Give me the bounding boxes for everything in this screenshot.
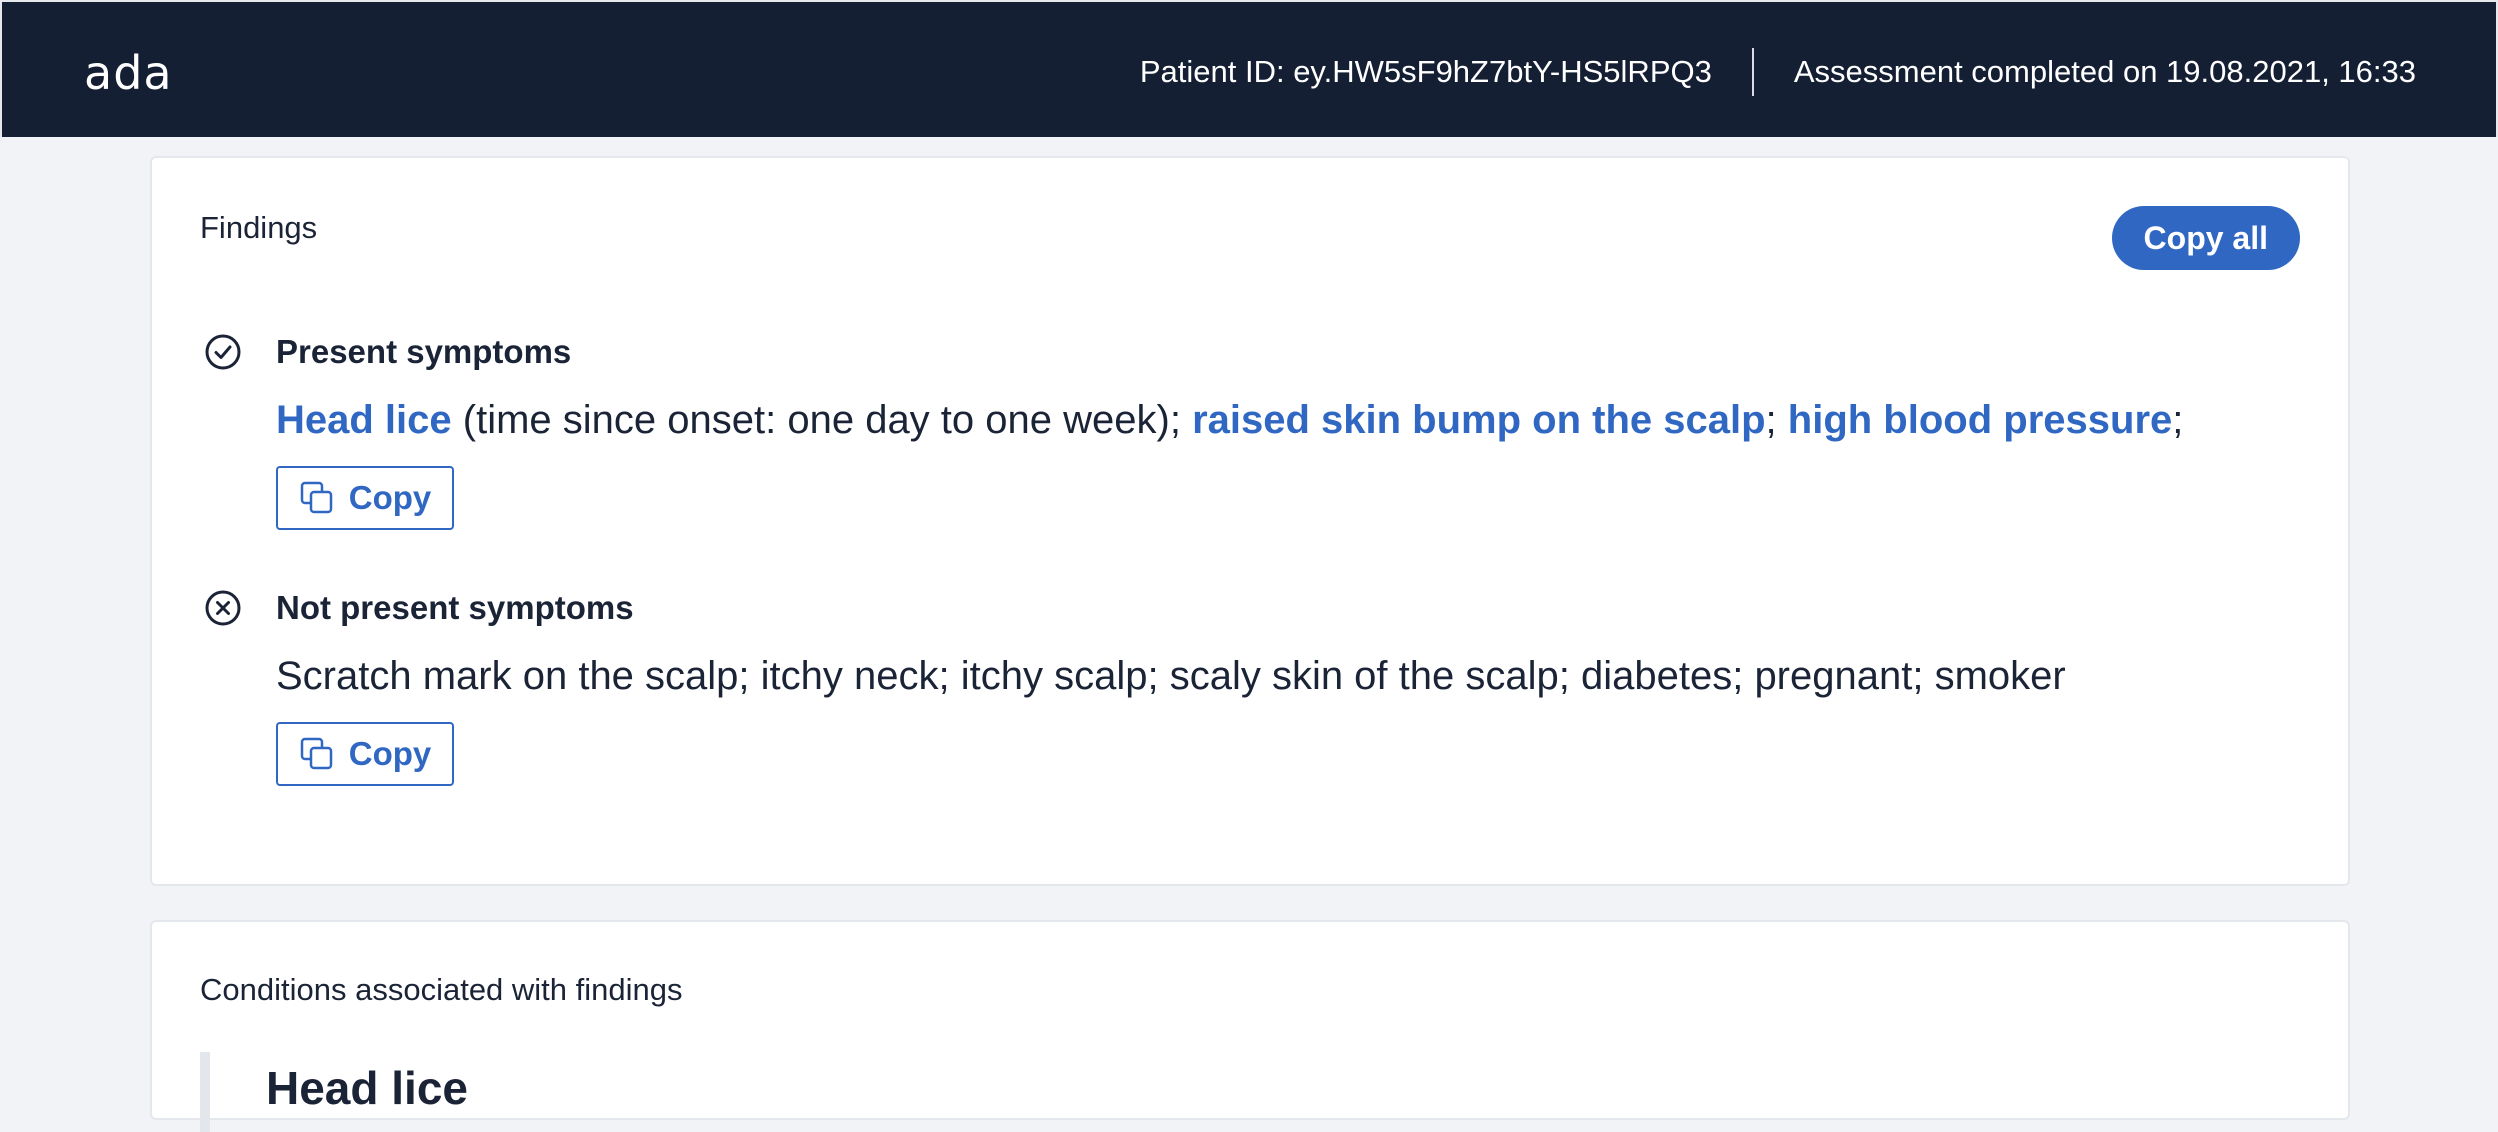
not-present-symptoms-section: Not present symptoms Scratch mark on the… [204,586,2304,786]
conditions-title: Conditions associated with findings [200,972,683,1007]
symptom-link-raised-skin-bump[interactable]: raised skin bump on the scalp [1192,398,1765,442]
condition-item[interactable]: Head lice [200,1052,468,1132]
copy-present-symptoms-button[interactable]: Copy [276,466,454,530]
conditions-card: Conditions associated with findings Head… [150,920,2350,1132]
symptom-detail: (time since onset: one day to one week) [451,398,1170,442]
present-symptoms-title: Present symptoms [276,333,572,370]
copy-label: Copy [348,735,432,772]
present-symptoms-list: Head lice (time since onset: one day to … [276,392,2304,448]
header-divider [1751,48,1754,96]
symptom-link-high-blood-pressure[interactable]: high blood pressure [1788,398,2172,442]
assessment-date: Assessment completed on 19.08.2021, 16:3… [1793,54,2416,89]
symptom-separator: ; [2172,398,2184,442]
patient-id: Patient ID: ey.HW5sF9hZ7btY-HS5lRPQ3 [1139,54,1712,89]
copy-icon [300,737,332,770]
findings-card: Findings Copy all Present symptoms Head … [150,156,2350,886]
copy-not-present-symptoms-button[interactable]: Copy [276,722,454,786]
copy-all-button[interactable]: Copy all [2111,206,2300,270]
not-present-symptoms-title: Not present symptoms [276,589,634,626]
copy-label: Copy [348,479,432,516]
x-circle-icon [205,590,241,626]
symptom-separator: ; [1169,398,1193,442]
ada-logo: ada [84,46,173,100]
findings-title: Findings [200,210,318,245]
symptom-separator: ; [1765,398,1788,442]
header-meta: Patient ID: ey.HW5sF9hZ7btY-HS5lRPQ3 Ass… [1140,48,2416,96]
symptom-link-head-lice[interactable]: Head lice [276,398,452,442]
not-present-symptoms-list: Scratch mark on the scalp; itchy neck; i… [276,654,2066,698]
present-symptoms-section: Present symptoms Head lice (time since o… [204,330,2304,530]
top-bar: ada Patient ID: ey.HW5sF9hZ7btY-HS5lRPQ3… [0,0,2498,137]
check-circle-icon [205,334,241,370]
condition-name: Head lice [266,1062,468,1114]
copy-icon [300,481,332,514]
